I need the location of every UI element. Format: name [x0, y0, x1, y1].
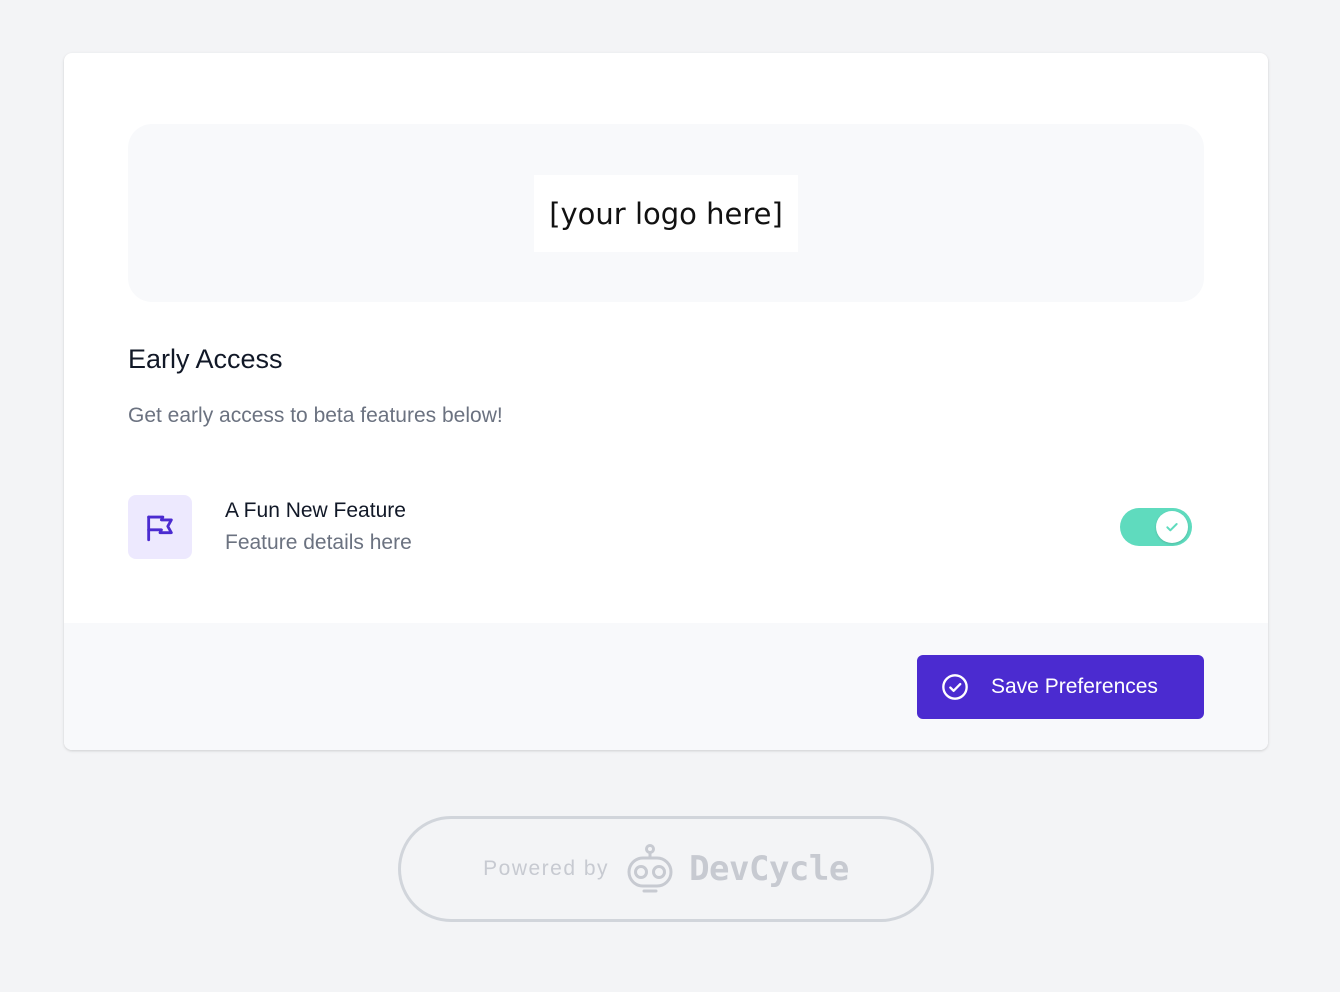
powered-by-devcycle-badge[interactable]: Powered by DevCycle	[398, 816, 934, 922]
early-access-card: [your logo here] Early Access Get early …	[64, 53, 1268, 750]
powered-by-text: Powered by	[483, 857, 610, 880]
check-icon	[1164, 519, 1180, 535]
flag-icon	[143, 510, 177, 544]
feature-name: A Fun New Feature	[225, 499, 406, 522]
section-description: Get early access to beta features below!	[128, 404, 503, 427]
save-preferences-label: Save Preferences	[991, 675, 1158, 698]
save-preferences-button[interactable]: Save Preferences	[917, 655, 1204, 719]
feature-icon-container	[128, 495, 192, 559]
feature-toggle[interactable]	[1120, 508, 1192, 546]
toggle-knob	[1156, 511, 1188, 543]
devcycle-brand: DevCycle	[689, 849, 849, 889]
check-circle-icon	[941, 673, 969, 701]
devcycle-robot-icon	[625, 843, 675, 895]
card-footer: Save Preferences	[64, 623, 1268, 750]
feature-details: Feature details here	[225, 531, 412, 554]
section-title: Early Access	[128, 344, 283, 374]
logo-area: [your logo here]	[128, 124, 1204, 302]
logo-placeholder: [your logo here]	[534, 175, 798, 252]
